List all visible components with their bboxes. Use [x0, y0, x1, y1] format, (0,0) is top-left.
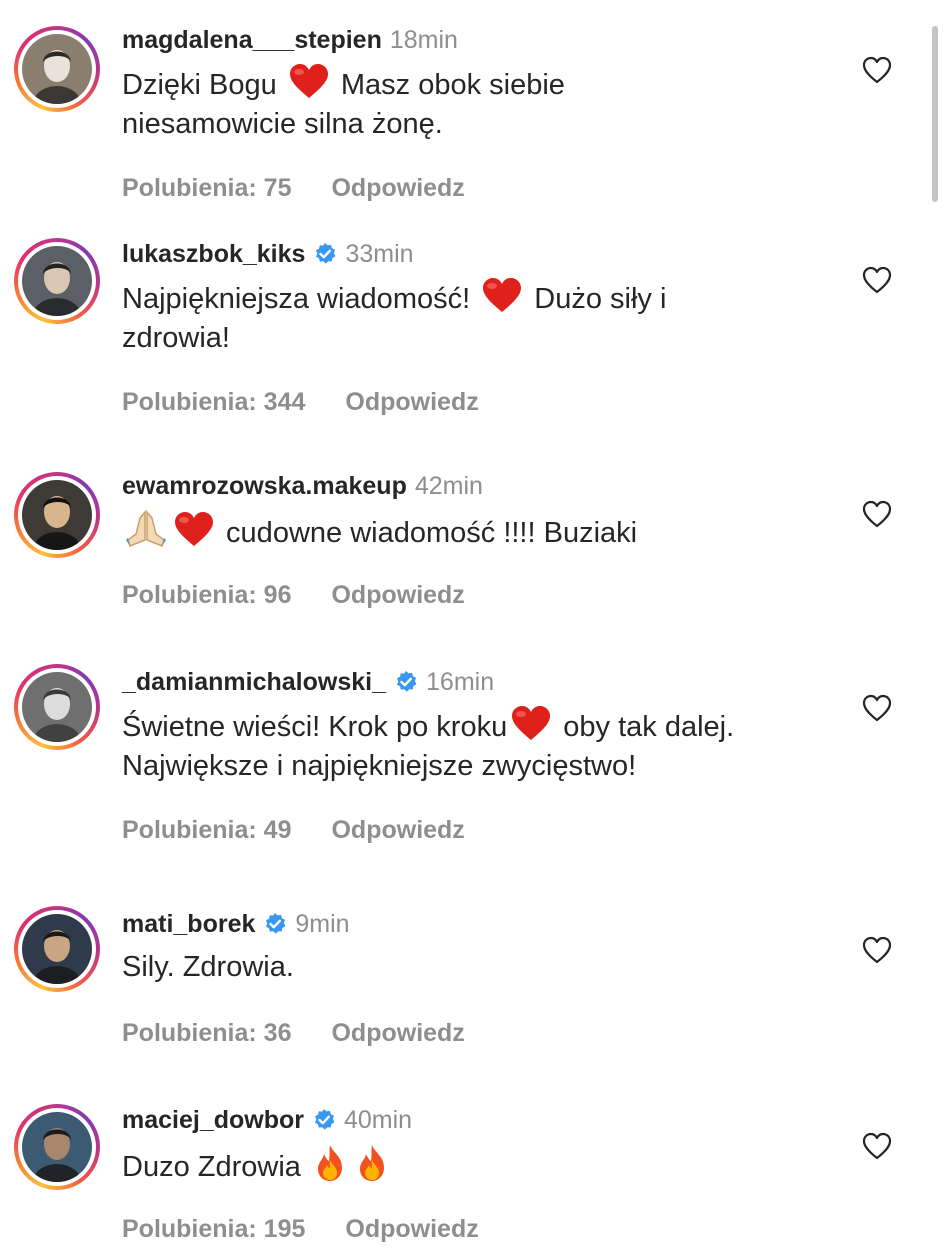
avatar[interactable] [14, 472, 100, 558]
timestamp: 42min [414, 471, 483, 500]
red-heart-emoji [483, 278, 522, 312]
comment-header: _damianmichalowski_ 16min [122, 664, 494, 700]
comment-actions: Polubienia: 344 Odpowiedz [122, 388, 479, 417]
reply-button[interactable]: Odpowiedz [345, 1215, 478, 1243]
heart-outline-icon[interactable] [862, 56, 892, 84]
username[interactable]: lukaszbok_kiks [122, 240, 305, 269]
avatar-image [22, 34, 92, 104]
avatar-image [22, 246, 92, 316]
comment-text-segment: Sily. Zdrowia. [122, 951, 294, 983]
comment-actions: Polubienia: 49 Odpowiedz [122, 816, 465, 845]
comment-text-segment: niesamowicie silna żonę. [122, 108, 443, 140]
heart-outline-icon[interactable] [862, 936, 892, 964]
avatar-image [22, 1112, 92, 1182]
comment-text-segment: Świetne wieści! Krok po kroku [122, 711, 508, 743]
heart-outline-icon[interactable] [862, 1132, 892, 1160]
comment-actions: Polubienia: 75 Odpowiedz [122, 174, 465, 203]
timestamp: 16min [426, 667, 495, 696]
comment-actions: Polubienia: 96 Odpowiedz [122, 581, 465, 610]
comment-text-segment: oby tak dalej. [555, 711, 735, 743]
username[interactable]: ewamrozowska.makeup [122, 472, 407, 501]
red-heart-emoji [289, 64, 328, 98]
red-heart-emoji [175, 512, 213, 546]
comment-text-segment: Największe i najpiękniejsze zwycięstwo! [122, 750, 637, 782]
scrollbar[interactable] [932, 26, 938, 202]
comment-text-line: Dzięki Bogu Masz obok siebie [122, 64, 842, 105]
comment-text-line: Świetne wieści! Krok po kroku oby tak da… [122, 706, 842, 747]
avatar-image [22, 672, 92, 742]
likes-count[interactable]: Polubienia: 195 [122, 1215, 305, 1243]
comment-actions: Polubienia: 195 Odpowiedz [122, 1215, 479, 1244]
username[interactable]: _damianmichalowski_ [122, 668, 386, 697]
reply-button[interactable]: Odpowiedz [331, 581, 464, 609]
verified-badge-icon [315, 1109, 335, 1130]
comment-text-segment: Dzięki Bogu [122, 69, 285, 101]
avatar[interactable] [14, 664, 100, 750]
comment-text: Najpiękniejsza wiadomość! Dużo siły i zdr… [122, 278, 842, 358]
likes-count[interactable]: Polubienia: 344 [122, 388, 305, 416]
comment-text-segment: zdrowia! [122, 322, 230, 354]
heart-outline-icon[interactable] [862, 500, 892, 528]
likes-count[interactable]: Polubienia: 96 [122, 581, 291, 609]
avatar-image [22, 914, 92, 984]
comment-text-segment: Duzo Zdrowia [122, 1151, 309, 1183]
comment-text-line: Największe i najpiękniejsze zwycięstwo! [122, 747, 842, 786]
avatar[interactable] [14, 906, 100, 992]
reply-button[interactable]: Odpowiedz [331, 816, 464, 844]
comment-text: Duzo Zdrowia [122, 1144, 842, 1187]
comment-text: Sily. Zdrowia. [122, 948, 842, 987]
timestamp: 9min [295, 909, 350, 938]
username[interactable]: maciej_dowbor [122, 1106, 304, 1135]
comment-text-line: Najpiękniejsza wiadomość! Dużo siły i [122, 278, 842, 319]
comment-text-segment: cudowne wiadomość !!!! Buziaki [218, 517, 638, 549]
heart-outline-icon[interactable] [862, 694, 892, 722]
timestamp: 18min [389, 25, 458, 54]
likes-count[interactable]: Polubienia: 36 [122, 1019, 291, 1047]
comment-text: Świetne wieści! Krok po kroku oby tak da… [122, 706, 842, 786]
reply-button[interactable]: Odpowiedz [331, 1019, 464, 1047]
username[interactable]: magdalena___stepien [122, 26, 382, 55]
reply-button[interactable]: Odpowiedz [345, 388, 478, 416]
comment-text-line: zdrowia! [122, 319, 842, 358]
praying-hands-emoji [126, 510, 166, 547]
username[interactable]: mati_borek [122, 910, 255, 939]
comment-text-segment: Masz obok siebie [332, 69, 565, 101]
fire-emoji [317, 1145, 342, 1181]
comment-header: lukaszbok_kiks 33min [122, 236, 414, 272]
timestamp: 33min [345, 239, 414, 268]
verified-badge-icon [266, 913, 286, 934]
comment-text: Dzięki Bogu Masz obok siebie niesamowicie… [122, 64, 842, 144]
comment-text-segment: Najpiękniejsza wiadomość! [122, 283, 479, 315]
verified-badge-icon [397, 671, 417, 692]
timestamp: 40min [344, 1105, 413, 1134]
avatar-image [22, 480, 92, 550]
comment-header: ewamrozowska.makeup 42min [122, 468, 483, 504]
comment-text-segment: Dużo siły i [526, 283, 667, 315]
reply-button[interactable]: Odpowiedz [331, 174, 464, 202]
comment-text-line: cudowne wiadomość !!!! Buziaki [122, 510, 842, 553]
avatar[interactable] [14, 1104, 100, 1190]
comment-actions: Polubienia: 36 Odpowiedz [122, 1019, 465, 1048]
red-heart-emoji [512, 706, 551, 740]
comment-text: cudowne wiadomość !!!! Buziaki [122, 510, 842, 553]
avatar[interactable] [14, 26, 100, 112]
likes-count[interactable]: Polubienia: 75 [122, 174, 291, 202]
verified-badge-icon [316, 243, 336, 264]
comment-text-line: Duzo Zdrowia [122, 1144, 842, 1187]
comment-header: magdalena___stepien 18min [122, 22, 458, 58]
comment-text-line: Sily. Zdrowia. [122, 948, 842, 987]
likes-count[interactable]: Polubienia: 49 [122, 816, 291, 844]
fire-emoji [359, 1145, 384, 1181]
comment-text-line: niesamowicie silna żonę. [122, 105, 842, 144]
avatar[interactable] [14, 238, 100, 324]
comment-header: mati_borek 9min [122, 906, 350, 942]
comment-header: maciej_dowbor 40min [122, 1102, 412, 1138]
heart-outline-icon[interactable] [862, 266, 892, 294]
